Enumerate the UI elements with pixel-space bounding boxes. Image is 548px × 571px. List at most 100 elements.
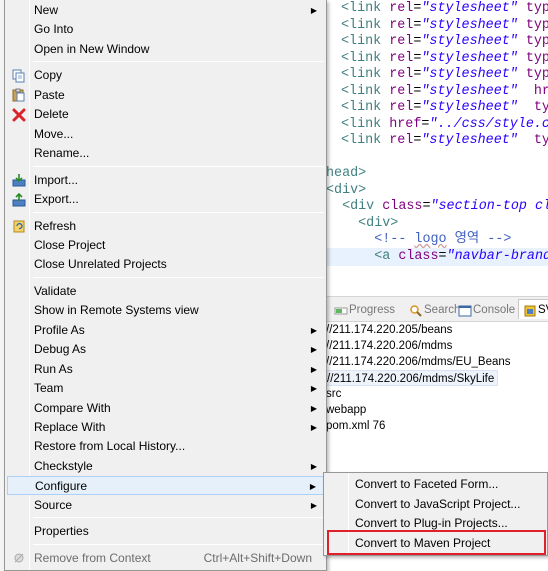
code-token: "navbar-brand [446,248,548,264]
repo-tree-item[interactable]: pom.xml 76 [326,418,385,434]
code-token: <link [341,50,390,66]
menu-item-label: Validate [34,283,77,298]
submenu-arrow-icon: ▶ [310,325,317,335]
code-line: <div> [326,183,366,199]
refresh-icon [11,219,27,234]
code-token: "stylesheet" [421,50,518,66]
menu-item-label: Compare With [34,400,111,415]
code-token: <link [341,1,390,16]
submenu-arrow-icon: ▶ [310,461,317,471]
menu-item-label: Refresh [34,218,77,233]
code-line: <a class="navbar-brand [326,249,548,265]
code-line: <link rel="stylesheet" type [341,67,548,83]
menu-item-convert-to-javascript-project[interactable]: Convert to JavaScript Project... [326,495,545,514]
repo-tree-item[interactable]: src [326,386,341,402]
code-token: class [398,248,439,264]
menu-separator [33,276,324,278]
menu-separator [33,517,324,519]
tab-sv[interactable]: SV [518,299,548,319]
view-tab-bar: Progress Search Console SV [324,296,548,322]
code-line: <link rel="stylesheet" type [341,34,548,50]
menu-item-compare-with[interactable]: Compare With ▶ [7,399,324,418]
menu-item-convert-to-faceted-form[interactable]: Convert to Faceted Form... [326,475,545,494]
code-token: rel [389,67,414,82]
tab-search[interactable]: Search [409,302,460,318]
code-token: "../css/style.c [429,116,548,132]
delete-icon [11,107,27,122]
code-token: "stylesheet" [421,67,518,82]
menu-item-close-project[interactable]: Close Project [7,236,324,255]
code-token: = [438,248,447,264]
code-line: <div class="section-top cl [326,199,548,215]
menu-item-delete[interactable]: Delete [7,105,324,124]
search-icon [409,304,422,317]
menu-item-go-into[interactable]: Go Into [7,20,324,39]
code-token: <a [326,248,399,264]
submenu-arrow-icon: ▶ [310,345,317,355]
menu-item-properties[interactable]: Properties [7,522,324,541]
repo-tree-item[interactable]: //211.174.220.205/beans [326,322,452,338]
menu-item-rename[interactable]: Rename... [7,144,324,163]
menu-separator [33,165,324,167]
menu-item-run-as[interactable]: Run As ▶ [7,360,324,379]
menu-item-team[interactable]: Team ▶ [7,379,324,398]
submenu-arrow-icon: ▶ [310,423,317,432]
code-token: <link [341,100,390,115]
menu-item-label: Source [34,497,73,512]
menu-item-replace-with[interactable]: Replace With ▶ [7,418,324,437]
menu-item-convert-to-plug-in-projects[interactable]: Convert to Plug-in Projects... [326,514,545,533]
repo-tree-item[interactable]: //211.174.220.206/mdms/EU_Beans [326,354,511,370]
code-token: <link [341,83,390,99]
code-token: <link [341,34,390,49]
repo-tree-item[interactable]: //211.174.220.206/mdms [326,338,452,354]
menu-item-show-in-remote-systems-view[interactable]: Show in Remote Systems view [7,301,324,320]
code-token: type [525,17,548,33]
code-line: <div> [326,216,398,232]
menu-item-label: Close Unrelated Projects [34,257,167,272]
menu-item-export[interactable]: Export... [7,190,324,209]
menu-item-configure[interactable]: Configure ▶ [7,476,324,496]
menu-item-label: Import... [34,172,79,187]
menu-item-validate[interactable]: Validate [7,282,324,301]
menu-item-checkstyle[interactable]: Checkstyle ▶ [7,457,324,476]
configure-submenu: Convert to Faceted Form... Convert to Jav… [323,472,548,556]
menu-item-label: Paste [34,87,65,102]
menu-item-profile-as[interactable]: Profile As ▶ [7,321,324,340]
code-token: <link [341,67,390,82]
menu-item-restore-from-local-history[interactable]: Restore from Local History... [7,437,324,456]
tab-console[interactable]: Console [458,302,515,318]
submenu-arrow-icon: ▶ [310,384,317,394]
code-line: <link rel="stylesheet" type [341,51,548,67]
code-line: <link rel="stylesheet" type [341,18,548,34]
submenu-arrow-icon: ▶ [310,364,317,374]
repo-tree-item[interactable]: //211.174.220.206/mdms/SkyLife [326,370,499,386]
menu-item-label: Configure [35,479,88,494]
code-token: hre [533,83,548,99]
code-token: <link [341,17,390,33]
menu-item-open-in-new-window[interactable]: Open in New Window [7,40,324,59]
menu-item-label: Export... [34,192,79,207]
code-token: rel [389,17,414,33]
menu-item-copy[interactable]: Copy [7,66,324,85]
tab-progress[interactable]: Progress [334,302,395,318]
paste-icon [11,88,27,103]
menu-item-new[interactable]: New ▶ [7,1,324,20]
menu-item-move[interactable]: Move... [7,125,324,144]
menu-item-debug-as[interactable]: Debug As ▶ [7,340,324,359]
code-line: <link rel="stylesheet" typ [341,100,548,116]
menu-separator [33,211,324,213]
code-token: type [525,34,548,49]
menu-item-close-unrelated-projects[interactable]: Close Unrelated Projects [7,255,324,274]
menu-item-import[interactable]: Import... [7,171,324,190]
menu-item-convert-to-maven-project[interactable]: Convert to Maven Project [326,534,545,553]
menu-item-refresh[interactable]: Refresh [7,217,324,236]
code-line: <link href="../css/style.c [341,117,548,133]
menu-item-label: New [34,3,59,17]
repo-tree-item[interactable]: webapp [326,402,366,418]
menu-item-paste[interactable]: Paste [7,86,324,105]
menu-item-label: Run As [34,361,73,376]
menu-item-source[interactable]: Source ▶ [7,496,324,515]
